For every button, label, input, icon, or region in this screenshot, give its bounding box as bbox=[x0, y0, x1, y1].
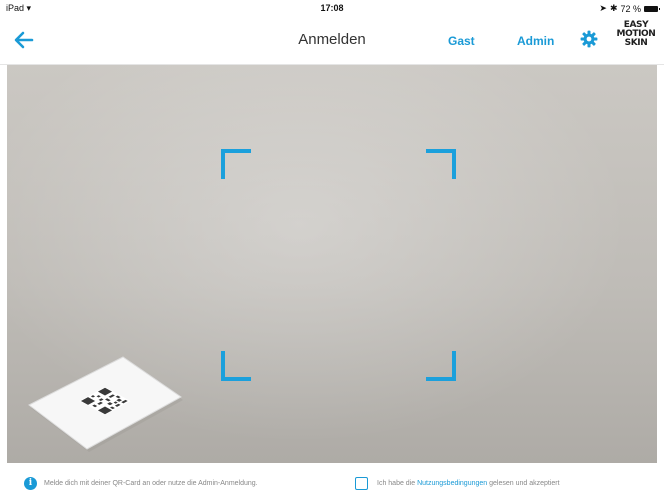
battery-percent: 72 % bbox=[620, 3, 641, 14]
status-bar: iPad ▾ 17:08 ➤ ✱ 72 % bbox=[0, 0, 664, 16]
qr-scanner-camera-view[interactable] bbox=[7, 65, 657, 463]
footer-bar: i Melde dich mit deiner QR-Card an oder … bbox=[0, 463, 664, 503]
info-icon: i bbox=[24, 477, 37, 490]
scan-frame-corner-bottom-left bbox=[221, 351, 251, 381]
easy-motion-skin-logo: EASY MOTION SKIN bbox=[613, 21, 659, 48]
scan-frame-corner-top-right bbox=[426, 149, 456, 179]
status-right: ➤ ✱ 72 % bbox=[599, 3, 660, 14]
admin-button[interactable]: Admin bbox=[517, 34, 554, 48]
terms-label: Ich habe die Nutzungsbedingungen gelesen… bbox=[377, 480, 560, 487]
scan-frame-corner-bottom-right bbox=[426, 351, 456, 381]
login-hint-text: Melde dich mit deiner QR-Card an oder nu… bbox=[44, 480, 258, 487]
qr-card-illustration bbox=[28, 356, 183, 452]
page-title: Anmelden bbox=[298, 31, 366, 48]
terms-prefix: Ich habe die bbox=[377, 480, 416, 487]
arrow-left-icon[interactable] bbox=[10, 26, 38, 54]
navigation-bar: Anmelden Gast Admin EASY MOTION SKIN bbox=[0, 16, 664, 65]
location-icon: ➤ bbox=[599, 3, 607, 13]
terms-link[interactable]: Nutzungsbedingungen bbox=[417, 480, 487, 487]
logo-line-3: SKIN bbox=[624, 38, 648, 48]
terms-suffix: gelesen und akzeptiert bbox=[489, 480, 560, 487]
guest-button[interactable]: Gast bbox=[448, 34, 475, 48]
scan-frame-corner-top-left bbox=[221, 149, 251, 179]
battery-icon bbox=[644, 5, 660, 12]
status-time: 17:08 bbox=[320, 3, 344, 13]
bluetooth-icon: ✱ bbox=[609, 3, 618, 13]
terms-checkbox[interactable] bbox=[355, 477, 368, 490]
gear-icon[interactable] bbox=[580, 30, 598, 48]
